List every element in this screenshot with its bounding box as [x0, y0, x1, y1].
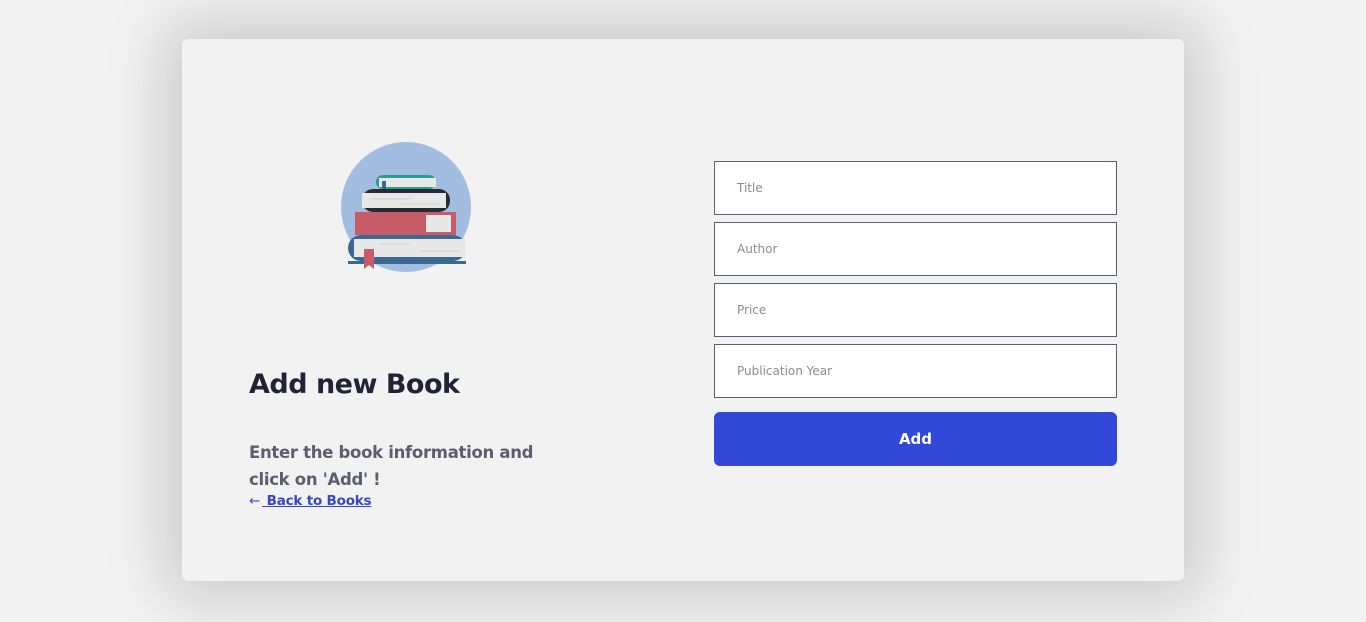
add-book-form: Add — [714, 161, 1117, 466]
page-subtitle: Enter the book information and click on … — [249, 443, 534, 489]
add-book-card: Add new Book Enter the book information … — [182, 39, 1184, 581]
back-to-books-link[interactable]: ← Back to Books — [249, 493, 372, 509]
back-to-books-label: Back to Books — [266, 493, 372, 509]
author-input[interactable] — [714, 222, 1117, 276]
arrow-left-icon: ← — [249, 493, 261, 509]
price-input[interactable] — [714, 283, 1117, 337]
add-button[interactable]: Add — [714, 412, 1117, 466]
books-stack-icon — [340, 141, 472, 273]
page-title: Add new Book — [249, 369, 460, 400]
title-input[interactable] — [714, 161, 1117, 215]
publication-year-input[interactable] — [714, 344, 1117, 398]
